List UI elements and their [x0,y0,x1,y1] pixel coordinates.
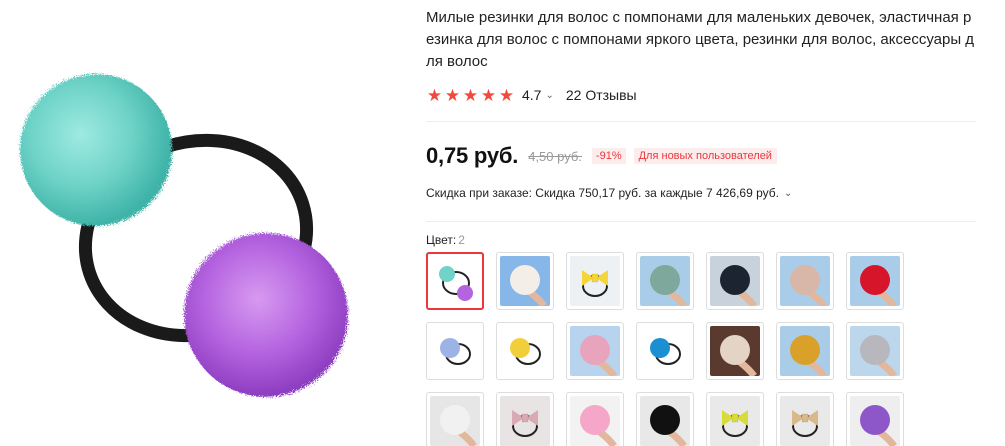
hair-tie-pompom-photo [20,74,348,397]
old-price: 4,50 руб. [528,148,582,164]
product-title: Милые резинки для волос с помпонами для … [426,9,975,70]
swatch-thumbnail [780,396,830,446]
star-icon: ★ [498,85,515,105]
swatch-thumbnail [500,326,550,376]
swatch-thumbnail [710,396,760,446]
swatch-thumbnail [430,396,480,446]
color-swatch-grid [426,252,978,446]
rating-value[interactable]: 4.7 [522,87,541,103]
order-discount[interactable]: Скидка при заказе: Скидка 750,17 руб. за… [426,185,978,201]
color-swatch[interactable] [846,392,904,446]
color-swatch[interactable] [496,322,554,380]
color-swatch[interactable] [636,322,694,380]
color-swatch[interactable] [566,322,624,380]
color-swatch[interactable] [846,252,904,310]
product-info-panel: Милые резинки для волос с помпонами для … [426,0,978,446]
rating-row: ★ ★ ★ ★ ★ 4.7 ⌄ 22 Отзывы [426,85,978,105]
color-swatch[interactable] [566,252,624,310]
color-swatch[interactable] [636,392,694,446]
swatch-thumbnail [570,326,620,376]
swatch-thumbnail [500,256,550,306]
color-swatch[interactable] [776,392,834,446]
swatch-thumbnail [710,256,760,306]
star-icon: ★ [444,85,461,105]
color-swatch[interactable] [636,252,694,310]
color-swatch[interactable] [426,322,484,380]
color-swatch[interactable] [566,392,624,446]
swatch-thumbnail [710,326,760,376]
star-icon: ★ [426,85,443,105]
swatch-thumbnail [780,256,830,306]
color-swatch[interactable] [706,392,764,446]
color-count: 2 [458,233,465,247]
price-row: 0,75 руб. 4,50 руб. -91% Для новых польз… [426,142,978,170]
color-label-text: Цвет: [426,233,457,247]
color-swatch[interactable] [496,392,554,446]
swatch-thumbnail [430,326,480,376]
current-price: 0,75 руб. [426,143,519,168]
color-swatch[interactable] [776,252,834,310]
color-swatch[interactable] [776,322,834,380]
swatch-thumbnail [850,396,900,446]
rating-stars: ★ ★ ★ ★ ★ [426,87,515,104]
color-swatch[interactable] [706,322,764,380]
star-icon: ★ [462,85,479,105]
color-swatch[interactable] [846,322,904,380]
swatch-thumbnail [640,326,690,376]
color-swatch[interactable] [706,252,764,310]
swatch-thumbnail [500,396,550,446]
color-label: Цвет: 2 [426,233,978,247]
swatch-thumbnail [780,326,830,376]
divider [426,221,976,222]
new-users-badge: Для новых пользователей [633,148,777,164]
color-swatch[interactable] [426,252,484,310]
chevron-down-icon[interactable]: ⌄ [545,90,553,101]
swatch-thumbnail [640,396,690,446]
swatch-thumbnail [570,256,620,306]
star-icon: ★ [480,85,497,105]
reviews-link[interactable]: 22 Отзывы [566,87,637,103]
swatch-thumbnail [430,256,480,306]
divider [426,121,976,122]
swatch-thumbnail [850,326,900,376]
discount-badge: -91% [591,148,626,164]
swatch-thumbnail [850,256,900,306]
chevron-down-icon[interactable]: ⌄ [784,188,792,199]
product-main-image[interactable] [0,0,395,446]
color-swatch[interactable] [496,252,554,310]
order-discount-text: Скидка при заказе: Скидка 750,17 руб. за… [426,186,779,200]
swatch-thumbnail [640,256,690,306]
swatch-thumbnail [570,396,620,446]
color-swatch[interactable] [426,392,484,446]
